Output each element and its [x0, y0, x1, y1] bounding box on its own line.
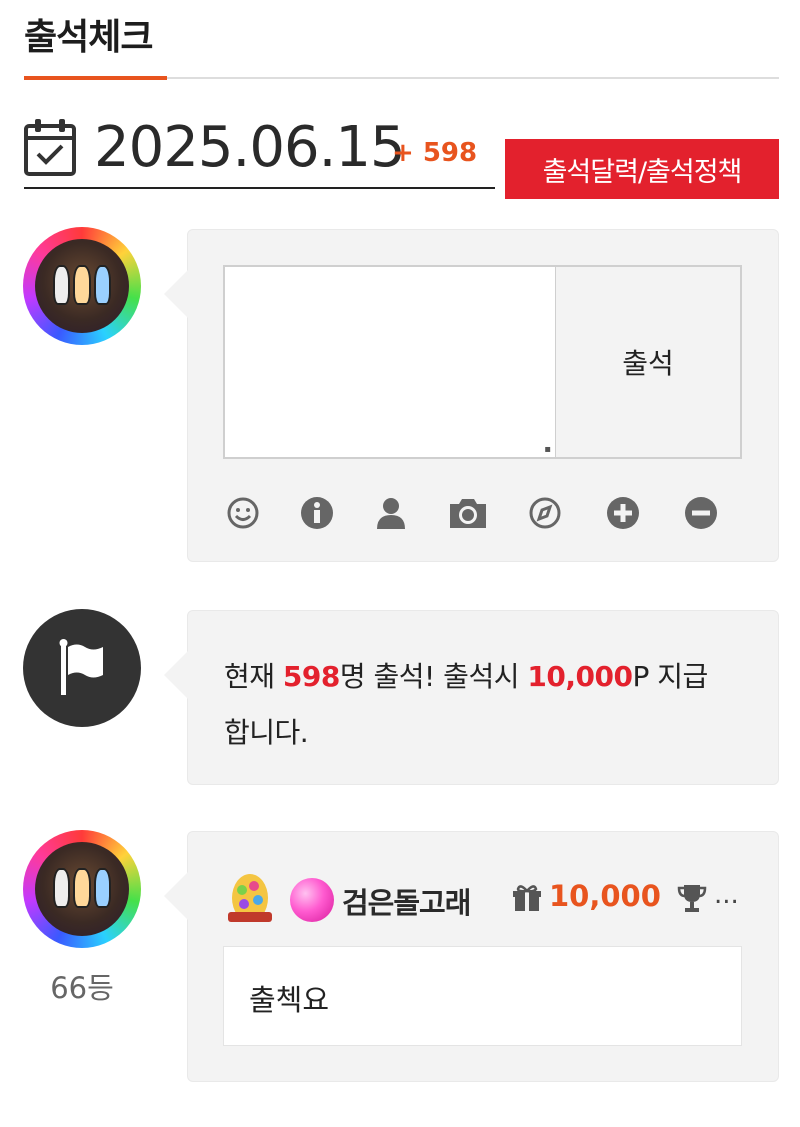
notice-text: 현재 598명 출석! 출석시 10,000P 지급 합니다.	[224, 660, 708, 749]
entry-nickname[interactable]: 검은돌고래	[342, 880, 471, 922]
page-title: 출석체크	[24, 17, 153, 58]
compose-panel: ▪ 출석	[164, 229, 779, 562]
plus-circle-icon[interactable]	[603, 493, 643, 533]
notice-count: 598	[282, 660, 340, 693]
smile-icon[interactable]	[223, 493, 263, 533]
entry-avatar[interactable]	[23, 830, 141, 948]
title-accent-bar	[24, 76, 167, 80]
date-row: 2025.06.15 + 598	[24, 112, 495, 189]
info-icon[interactable]	[297, 493, 337, 533]
attendance-notice: 현재 598명 출석! 출석시 10,000P 지급 합니다.	[164, 610, 779, 785]
calendar-policy-button[interactable]: 출석달력/출석정책	[505, 139, 779, 199]
gift-icon	[513, 885, 541, 911]
flag-icon	[59, 639, 103, 695]
notice-reward: 10,000	[527, 660, 633, 693]
more-ellipsis[interactable]: ...	[714, 880, 739, 910]
entry-user-row: 검은돌고래 10,000 ...	[224, 868, 744, 928]
camera-icon[interactable]	[445, 493, 491, 533]
avatar	[23, 227, 141, 345]
candy-badge-icon	[290, 878, 334, 922]
compass-icon[interactable]	[525, 493, 565, 533]
attendance-entry: 검은돌고래 10,000 ... 출첵요	[164, 831, 779, 1082]
user-icon[interactable]	[371, 493, 411, 533]
attendance-count-badge: + 598	[392, 138, 478, 168]
egg-badge-icon	[228, 874, 272, 922]
trophy-icon	[677, 885, 707, 912]
entry-points: 10,000	[549, 879, 661, 913]
comment-textarea[interactable]: ▪	[223, 265, 557, 459]
entry-comment-box: 출첵요	[223, 946, 742, 1046]
flag-avatar	[23, 609, 141, 727]
minus-circle-icon[interactable]	[681, 493, 721, 533]
calendar-icon	[24, 119, 76, 176]
compose-toolbar	[223, 493, 742, 533]
attendance-date: 2025.06.15	[94, 115, 406, 180]
entry-comment: 출첵요	[249, 983, 330, 1017]
rank-label: 66등	[50, 971, 114, 1005]
attend-submit-button[interactable]: 출석	[555, 265, 742, 459]
